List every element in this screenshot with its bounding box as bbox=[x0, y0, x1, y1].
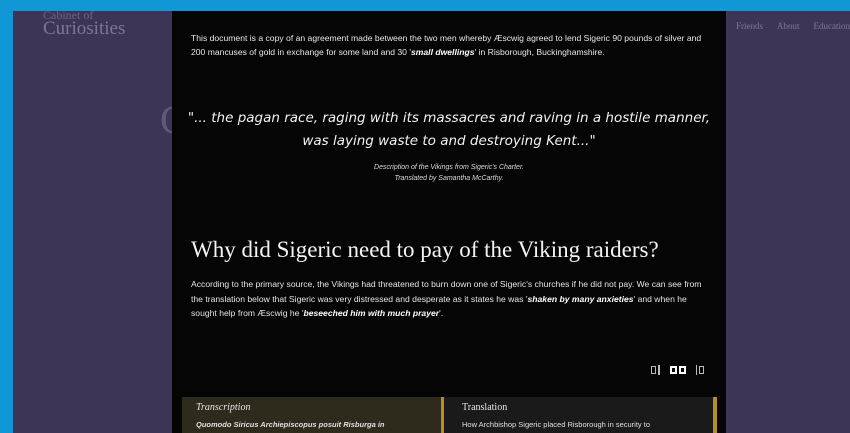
intro-paragraph: This document is a copy of an agreement … bbox=[191, 31, 711, 59]
single-left-view-icon bbox=[651, 366, 656, 374]
nav-item-friends[interactable]: Friends bbox=[734, 21, 763, 31]
pull-quote: "... the pagan race, raging with its mas… bbox=[187, 110, 711, 149]
single-right-view-button[interactable] bbox=[694, 363, 707, 377]
transcription-title: Transcription bbox=[196, 402, 251, 413]
section-heading: Why did Sigeric need to pay of the Vikin… bbox=[191, 237, 659, 262]
body-emphasis-1: shaken by many anxieties bbox=[527, 293, 634, 304]
single-left-view-button[interactable] bbox=[649, 363, 662, 377]
intro-text-end: ' in Risborough, Buckinghamshire. bbox=[474, 47, 605, 57]
caption-line-1: Description of the Vikings from Sigeric'… bbox=[374, 164, 524, 171]
nav-item-education[interactable]: Education bbox=[812, 21, 850, 31]
translation-title: Translation bbox=[462, 402, 508, 413]
single-right-view-bar-icon bbox=[695, 365, 697, 375]
quote-caption: Description of the Vikings from Sigeric'… bbox=[186, 162, 712, 184]
transcription-text: Quomodo Siricus Archiepiscopus posuit Ri… bbox=[196, 420, 385, 429]
site-logo-top: Cabinet of bbox=[43, 11, 94, 22]
nav-item-about[interactable]: About bbox=[775, 21, 800, 31]
intro-emphasis: small dwellings bbox=[410, 47, 475, 57]
split-view-button[interactable] bbox=[668, 364, 688, 376]
body-emphasis-2: beseeched him with much prayer bbox=[303, 308, 440, 318]
single-left-view-bar-icon bbox=[658, 365, 660, 375]
translation-text: How Archbishop Sigeric placed Risborough… bbox=[462, 420, 651, 429]
transcription-panel[interactable]: Transcription Quomodo Siricus Archiepisc… bbox=[182, 397, 444, 433]
document-modal: This document is a copy of an agreement … bbox=[172, 11, 726, 433]
section-paragraph: According to the primary source, the Vik… bbox=[191, 277, 711, 321]
site-nav: Friends About Education bbox=[734, 21, 850, 31]
body-text-3: '. bbox=[439, 308, 444, 318]
view-toggle-group bbox=[649, 363, 706, 377]
transcription-translation-panels: Transcription Quomodo Siricus Archiepisc… bbox=[182, 397, 717, 433]
caption-line-2: Translated by Samantha McCarthy. bbox=[394, 175, 504, 182]
translation-panel[interactable]: Translation How Archbishop Sigeric place… bbox=[444, 397, 717, 433]
site-logo[interactable]: Cabinet of Curiosities bbox=[43, 11, 125, 39]
split-view-right-icon bbox=[678, 366, 686, 374]
single-right-view-icon bbox=[699, 366, 704, 374]
split-view-left-icon bbox=[669, 366, 677, 374]
site-logo-main: Curiosities bbox=[43, 18, 126, 39]
